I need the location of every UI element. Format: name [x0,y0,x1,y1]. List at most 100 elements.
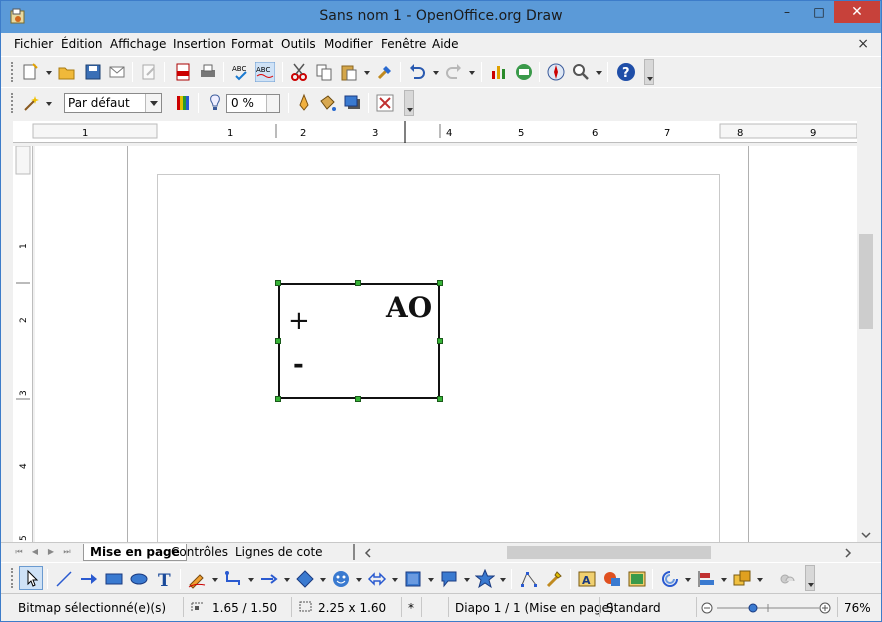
insert-image-icon[interactable] [627,569,647,589]
menu-aide[interactable]: Aide [432,37,459,51]
open-icon[interactable] [57,62,77,82]
block-arrows-icon[interactable] [367,569,387,589]
prev-tab-icon[interactable]: ◀ [29,546,41,558]
wand-dropdown-icon[interactable] [46,102,52,106]
close-button[interactable]: ✕ [834,1,880,23]
points-icon[interactable] [519,569,539,589]
selection-handle-br[interactable] [437,396,443,402]
curve-dropdown-icon[interactable] [212,578,218,582]
selection-handle-l[interactable] [275,338,281,344]
extrusion-icon[interactable] [777,569,797,589]
symbol-shapes-icon[interactable] [331,569,351,589]
last-tab-icon[interactable]: ⏭ [61,546,73,558]
insert-shapes-icon[interactable] [602,569,622,589]
vertical-scrollbar[interactable] [857,146,881,543]
basic-shapes-dropdown-icon[interactable] [320,578,326,582]
line-icon[interactable] [294,93,314,113]
drawing-canvas[interactable]: AO + - [35,146,857,543]
tab-splitter[interactable] [353,544,355,560]
toolbar-options-button[interactable] [805,565,815,591]
area-icon[interactable] [318,93,338,113]
alignment-icon[interactable] [696,569,716,589]
minimize-button[interactable]: – [771,1,803,23]
menu-fichier[interactable]: Fichier [14,37,53,51]
text-tool-icon[interactable]: T [154,569,174,589]
stars-icon[interactable] [475,569,495,589]
color-bar-icon[interactable] [174,93,194,113]
scroll-right-icon[interactable] [843,547,853,559]
toolbar-grip[interactable] [11,93,14,113]
arrange-icon[interactable] [732,569,752,589]
tab-controles[interactable]: Contrôles [165,544,234,561]
callouts-dropdown-icon[interactable] [464,578,470,582]
print-icon[interactable] [198,62,218,82]
edit-file-icon[interactable] [139,62,159,82]
new-dropdown-icon[interactable] [46,71,52,75]
first-tab-icon[interactable]: ⏮ [13,546,25,558]
menu-affichage[interactable]: Affichage [110,37,166,51]
toolbar-options-button[interactable] [404,90,414,116]
paste-icon[interactable] [339,62,359,82]
stars-dropdown-icon[interactable] [500,578,506,582]
transparency-field[interactable]: 0 % [226,94,280,113]
clone-formatting-icon[interactable] [375,62,395,82]
close-document-button[interactable]: × [857,36,869,52]
menu-insertion[interactable]: Insertion [173,37,226,51]
selection-handle-bl[interactable] [275,396,281,402]
menu-format[interactable]: Format [231,37,273,51]
arrange-dropdown-icon[interactable] [757,578,763,582]
undo-icon[interactable] [407,62,427,82]
selection-handle-b[interactable] [355,396,361,402]
selection-handle-tl[interactable] [275,280,281,286]
rectangle-tool-icon[interactable] [104,569,124,589]
chevron-down-icon[interactable] [145,94,161,112]
glue-points-icon[interactable] [544,569,564,589]
alignment-dropdown-icon[interactable] [721,578,727,582]
vertical-ruler[interactable]: 1 2 3 4 5 [13,145,33,543]
zoom-icon[interactable] [571,62,591,82]
transparency-spinner[interactable] [266,95,279,112]
scroll-down-icon[interactable] [860,530,872,540]
symbol-dropdown-icon[interactable] [356,578,362,582]
horizontal-scroll-thumb[interactable] [507,546,711,559]
spellcheck-icon[interactable]: ABC [231,62,251,82]
navigator-icon[interactable] [546,62,566,82]
autospellcheck-icon[interactable]: ABC [255,62,275,82]
line-tool-icon[interactable] [54,569,74,589]
help-icon[interactable]: ? [616,62,636,82]
selection-handle-t[interactable] [355,280,361,286]
tab-lignes-de-cote[interactable]: Lignes de cote [229,544,329,561]
status-zoom[interactable]: 76% [844,599,871,617]
ellipse-tool-icon[interactable] [129,569,149,589]
maximize-button[interactable]: □ [803,1,835,23]
selection-handle-r[interactable] [437,338,443,344]
horizontal-scrollbar[interactable] [359,545,859,560]
toolbar-options-button[interactable] [644,59,654,85]
arrow-line-tool-icon[interactable] [79,569,99,589]
menu-fenetre[interactable]: Fenêtre [381,37,426,51]
scroll-left-icon[interactable] [363,547,373,559]
horizontal-ruler[interactable]: 1 1 2 3 4 5 6 7 8 9 [13,121,858,143]
selected-bitmap[interactable]: AO + - [278,283,440,399]
email-icon[interactable] [107,62,127,82]
new-document-icon[interactable] [21,62,41,82]
toolbar-grip[interactable] [11,62,14,82]
flowchart-icon[interactable] [403,569,423,589]
cut-icon[interactable] [289,62,309,82]
curve-tool-icon[interactable] [187,569,207,589]
block-arrows-dropdown-icon[interactable] [392,578,398,582]
redo-icon[interactable] [444,62,464,82]
crop-icon[interactable] [375,93,395,113]
select-tool-button[interactable] [19,566,43,590]
lines-dropdown-icon[interactable] [284,578,290,582]
export-pdf-icon[interactable] [173,62,193,82]
gallery-icon[interactable] [514,62,534,82]
zoom-dropdown-icon[interactable] [596,71,602,75]
undo-dropdown-icon[interactable] [433,71,439,75]
menu-modifier[interactable]: Modifier [324,37,373,51]
connector-tool-icon[interactable] [223,569,243,589]
vertical-scroll-thumb[interactable] [859,234,873,329]
paste-dropdown-icon[interactable] [364,71,370,75]
magic-wand-icon[interactable] [21,93,41,113]
redo-dropdown-icon[interactable] [469,71,475,75]
